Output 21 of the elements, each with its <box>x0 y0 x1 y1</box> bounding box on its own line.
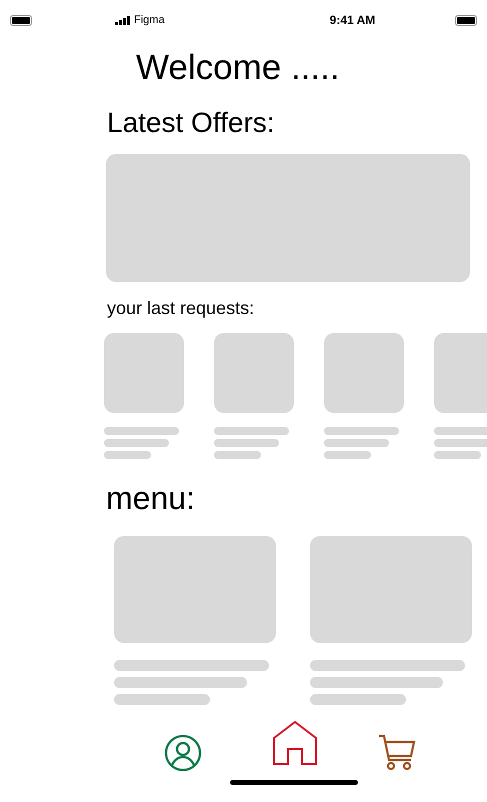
placeholder-line <box>324 451 371 460</box>
section-heading: Latest Offers: <box>107 106 276 140</box>
signal-icon <box>115 16 131 24</box>
welcome-title: Welcome ..... <box>136 48 341 88</box>
status-time: 9:41 AM <box>330 13 376 27</box>
section-heading: menu: <box>106 479 196 518</box>
placeholder-line <box>434 427 487 436</box>
battery-icon <box>10 14 32 26</box>
placeholder-line <box>104 439 169 448</box>
section-heading: your last requests: <box>107 298 256 320</box>
placeholder-line <box>214 451 261 460</box>
carrier-name: Figma <box>134 14 165 26</box>
home-icon[interactable] <box>272 720 318 766</box>
profile-icon[interactable] <box>164 734 202 772</box>
placeholder-line <box>104 451 151 460</box>
placeholder-line <box>434 451 481 460</box>
placeholder-line <box>434 439 487 448</box>
placeholder-line <box>214 439 279 448</box>
placeholder-line <box>324 439 389 448</box>
battery-icon <box>455 14 477 26</box>
cart-icon[interactable] <box>378 734 416 772</box>
